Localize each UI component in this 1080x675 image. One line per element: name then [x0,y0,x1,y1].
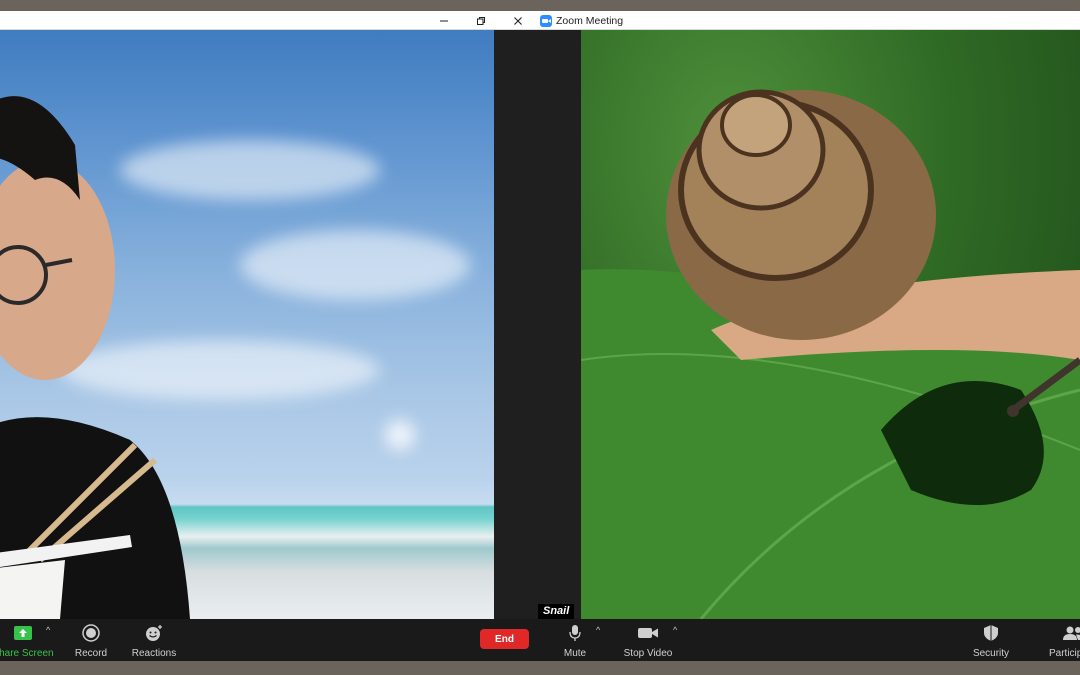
share-screen-arrow-icon [13,624,33,642]
security-button[interactable]: Security [968,619,1014,661]
title-bar: Zoom Meeting [0,11,1080,30]
video-options-caret-icon[interactable]: ^ [673,625,677,635]
mute-button[interactable]: Mute [556,619,594,661]
security-label: Security [972,648,1010,659]
participants-button[interactable]: Participants [1046,619,1080,661]
share-screen-options-caret-icon[interactable]: ^ [46,625,50,635]
window-bottom-frame [0,661,1080,675]
stop-video-label: Stop Video [623,648,673,659]
record-label: Record [74,648,108,659]
emoji-add-icon [144,624,164,642]
record-button[interactable]: Record [67,619,115,661]
window-title-text: Zoom Meeting [556,14,624,27]
shield-icon [983,624,999,642]
video-camera-icon [637,624,659,642]
meeting-toolbar: Share Screen ^ Record Reactions End Mute… [0,619,1080,661]
snail-scene [581,89,1080,619]
participants-label: Participants [1049,648,1080,659]
person-figure [0,96,190,619]
stop-video-button[interactable]: Stop Video [620,619,676,661]
participant-video-right[interactable] [581,30,1080,619]
reactions-button[interactable]: Reactions [128,619,180,661]
zoom-logo-icon [540,14,552,27]
cloud [385,420,415,450]
mute-options-caret-icon[interactable]: ^ [596,625,600,635]
record-icon [82,624,100,642]
reactions-label: Reactions [131,648,177,659]
video-stage: Snail [0,30,1080,619]
restore-icon[interactable] [469,11,493,30]
cloud [240,230,470,300]
window-top-frame [0,0,1080,11]
participant-video-left[interactable] [0,30,494,619]
end-meeting-button[interactable]: End [480,629,529,649]
participants-icon [1046,624,1080,642]
participant-name-tag: Snail [538,604,575,619]
mute-label: Mute [563,648,587,659]
window-title: Zoom Meeting [540,13,623,28]
close-icon[interactable] [506,11,530,30]
microphone-icon [568,624,582,642]
share-screen-label: Share Screen [0,648,54,659]
minimize-icon[interactable] [432,11,456,30]
